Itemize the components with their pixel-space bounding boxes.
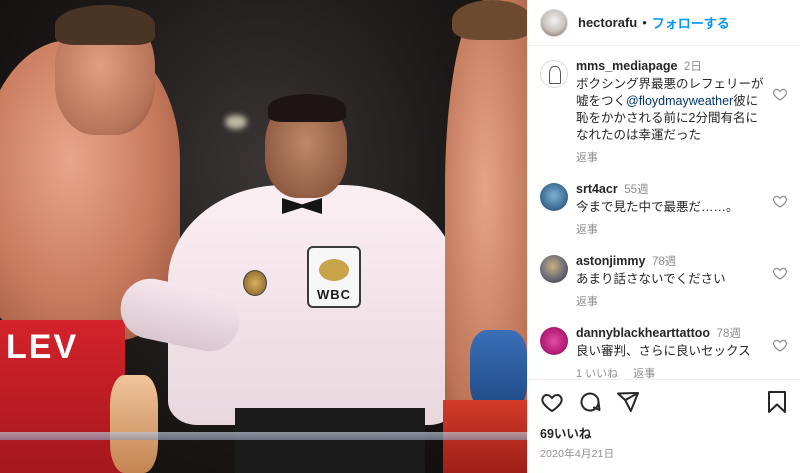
comment-body: dannyblackhearttattoo 78週 良い審判、さらに良いセックス… [576,325,788,379]
reply-button[interactable]: 返事 [576,296,598,308]
post-side-panel: hectorafu • フォローする mms_mediapage 2日 ボクシン… [527,0,800,473]
wbc-emblem [319,259,349,281]
likes-count[interactable]: 69いいね [528,423,800,442]
reply-button[interactable]: 返事 [633,368,655,379]
ring-rope [0,432,527,440]
post-date[interactable]: 2020年4月21日 [528,442,800,461]
referee-sleeve-patch [243,270,267,296]
comments-list[interactable]: mms_mediapage 2日 ボクシング界最悪のレフェリーが嘘をつく@flo… [528,46,800,379]
panel-bottom-spacer [528,461,800,473]
commenter-avatar[interactable] [540,255,568,283]
comment-username[interactable]: astonjimmy [576,254,645,268]
reply-button[interactable]: 返事 [576,152,598,164]
arena-light [225,115,247,129]
comment-text: 良い審判、さらに良いセックス [576,344,751,358]
referee-pants [235,408,425,473]
share-icon[interactable] [616,390,640,414]
comment-mention[interactable]: @floydmayweather [626,94,733,108]
post-header: hectorafu • フォローする [528,0,800,46]
comment-item: mms_mediapage 2日 ボクシング界最悪のレフェリーが嘘をつく@flo… [540,58,788,167]
comment-likes-count[interactable]: 1 いいね [576,368,618,379]
commenter-avatar[interactable] [540,327,568,355]
commenter-avatar[interactable] [540,183,568,211]
comment-meta: 返事 [576,294,764,311]
wbc-badge: WBC [307,246,361,308]
boxer-right-hair [452,0,527,40]
comment-icon[interactable] [578,390,602,414]
comment-meta: 返事 [576,222,764,239]
reply-button[interactable]: 返事 [576,224,598,236]
comment-heart-icon[interactable] [772,265,788,281]
boxer-left-hand [110,375,158,473]
commenter-avatar[interactable] [540,60,568,88]
comment-item: srt4acr 55週 今まで見た中で最悪だ……。 返事 [540,181,788,239]
heart-icon[interactable] [540,390,564,414]
comment-heart-icon[interactable] [772,193,788,209]
comment-heart-icon[interactable] [772,337,788,353]
comment-item: astonjimmy 78週 あまり話さないでください 返事 [540,253,788,311]
post-viewer: LEV WBC hectorafu • フォローする mms_mediapage… [0,0,800,473]
comment-time[interactable]: 55週 [624,184,648,196]
comment-meta: 返事 [576,150,764,167]
comment-time[interactable]: 2日 [684,61,702,73]
comment-time[interactable]: 78週 [717,328,741,340]
comment-text: 今まで見た中で最悪だ……。 [576,200,739,214]
comment-time[interactable]: 78週 [652,256,676,268]
post-actions [528,379,800,423]
trunks-lettering: LEV [6,328,79,366]
boxer-left-hair [55,5,155,45]
boxer-right-glove [470,330,527,410]
comment-username[interactable]: mms_mediapage [576,59,677,73]
owner-avatar[interactable] [540,8,568,37]
owner-username[interactable]: hectorafu [578,15,637,30]
wbc-text: WBC [316,287,352,302]
comment-item: dannyblackhearttattoo 78週 良い審判、さらに良いセックス… [540,325,788,379]
referee-hair [268,94,346,122]
comment-body: srt4acr 55週 今まで見た中で最悪だ……。 返事 [576,181,788,239]
comment-body: astonjimmy 78週 あまり話さないでください 返事 [576,253,788,311]
bookmark-icon[interactable] [766,390,788,414]
comment-username[interactable]: dannyblackhearttattoo [576,326,710,340]
comment-heart-icon[interactable] [772,86,788,102]
post-photo[interactable]: LEV WBC [0,0,527,473]
follow-button[interactable]: フォローする [652,13,730,32]
comment-username[interactable]: srt4acr [576,182,618,196]
comment-text: あまり話さないでください [576,272,726,286]
comment-meta: 1 いいね 返事 [576,366,764,379]
header-separator: • [642,15,647,30]
comment-body: mms_mediapage 2日 ボクシング界最悪のレフェリーが嘘をつく@flo… [576,58,788,167]
